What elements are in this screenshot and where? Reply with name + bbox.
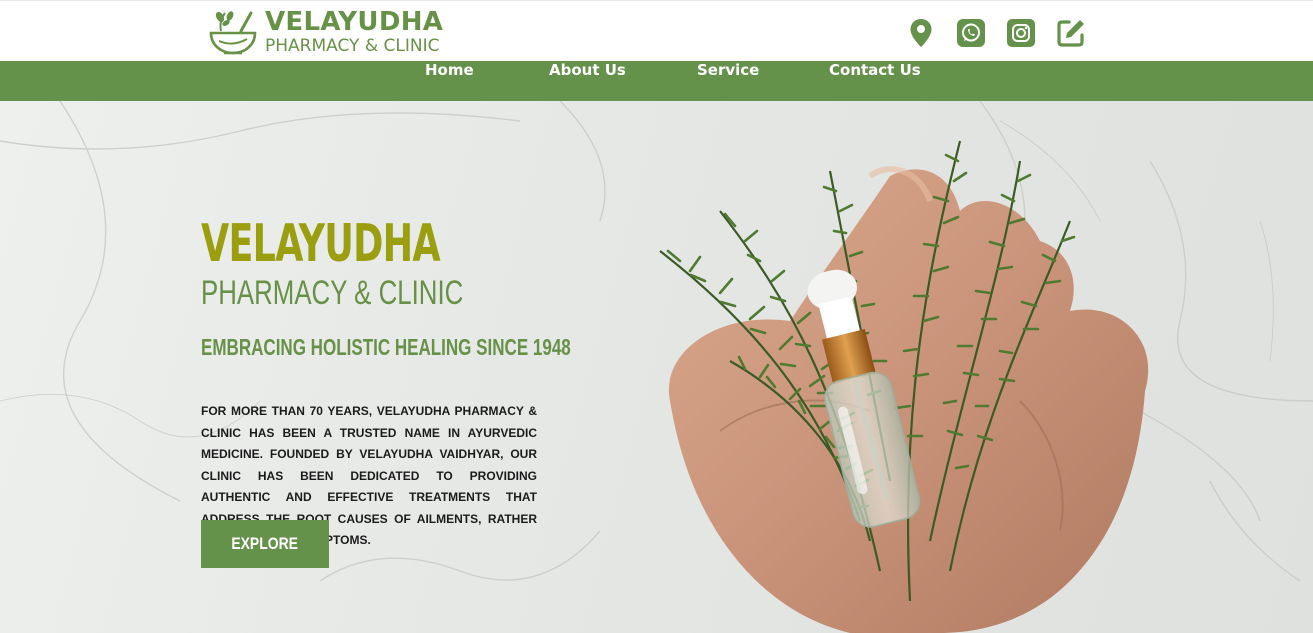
- location-pin-icon[interactable]: [905, 17, 937, 49]
- hero-title: VELAYUDHA: [201, 214, 441, 274]
- hero-tagline: EMBRACING HOLISTIC HEALING SINCE 1948: [201, 334, 571, 360]
- main-nav: Home About Us Service Contact Us: [0, 61, 1313, 101]
- explore-button[interactable]: EXPLORE: [201, 520, 329, 568]
- nav-contact-us[interactable]: Contact Us: [829, 61, 921, 101]
- social-links: [905, 17, 1087, 49]
- nav-home[interactable]: Home: [425, 61, 474, 101]
- whatsapp-icon[interactable]: [955, 17, 987, 49]
- explore-button-label: EXPLORE: [231, 534, 299, 553]
- brand-logo[interactable]: VELAYUDHA PHARMACY & CLINIC: [207, 5, 457, 59]
- nav-service[interactable]: Service: [697, 61, 759, 101]
- site-header: VELAYUDHA PHARMACY & CLINIC: [0, 0, 1313, 61]
- instagram-icon[interactable]: [1005, 17, 1037, 49]
- brand-tagline: PHARMACY & CLINIC: [265, 36, 440, 56]
- nav-about-us[interactable]: About Us: [549, 61, 626, 101]
- brand-name: VELAYUDHA: [265, 7, 444, 37]
- hero-subtitle: PHARMACY & CLINIC: [201, 274, 464, 312]
- hands-rosemary-bottle-image: [659, 140, 1149, 633]
- mortar-pestle-logo-icon: [209, 11, 257, 55]
- edit-icon[interactable]: [1055, 17, 1087, 49]
- hero-banner: VELAYUDHA PHARMACY & CLINIC EMBRACING HO…: [0, 101, 1313, 633]
